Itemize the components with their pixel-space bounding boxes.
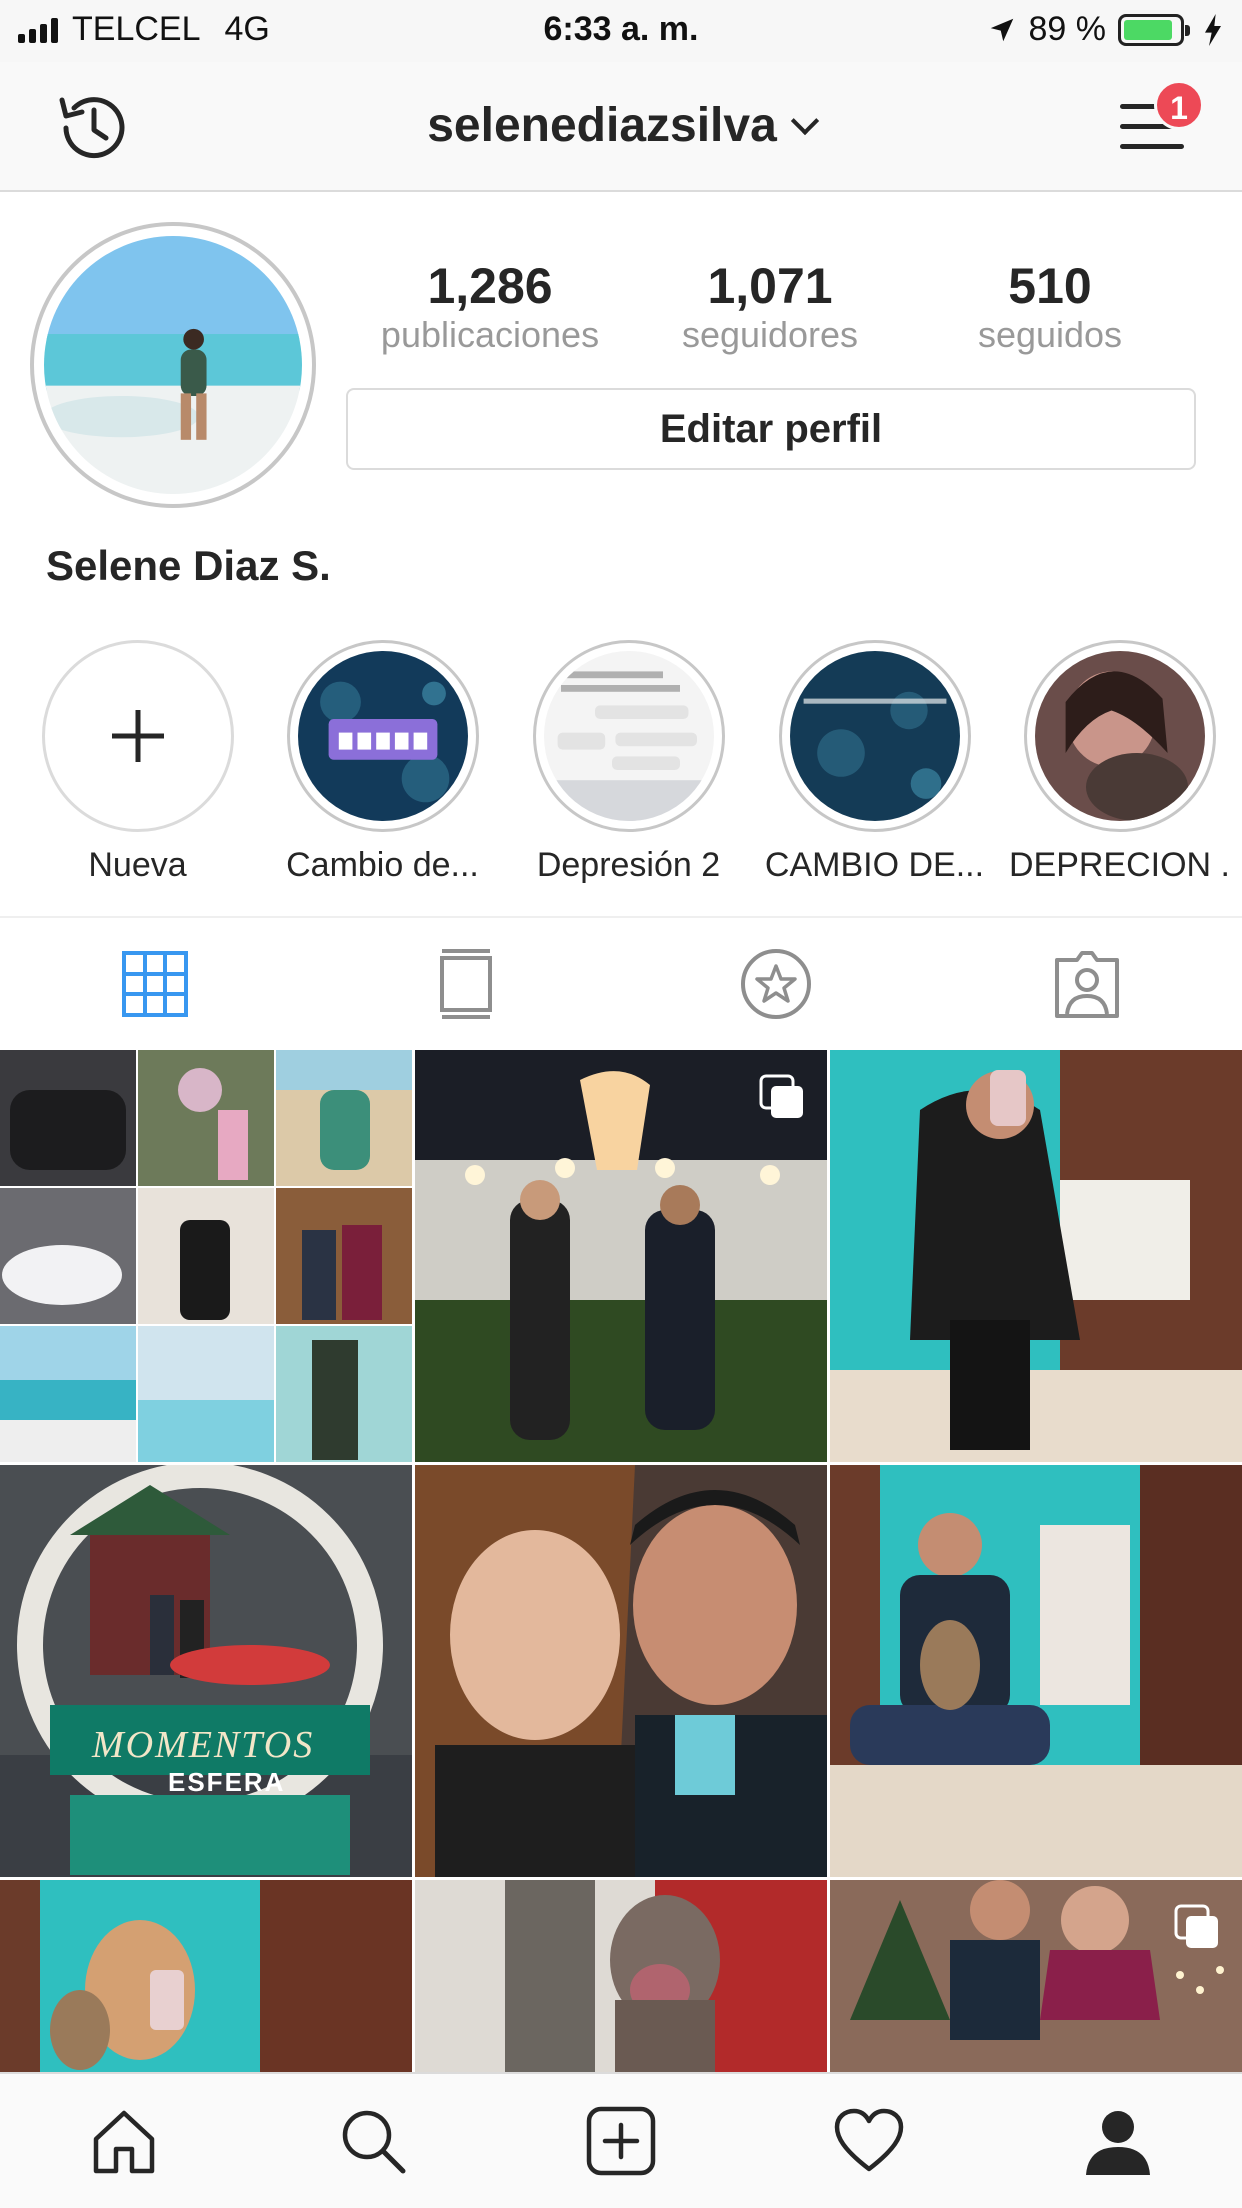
highlight-ring: [286, 640, 479, 832]
edit-profile-button[interactable]: Editar perfil: [346, 388, 1196, 470]
post-thumbnail-dog[interactable]: [415, 1880, 827, 2072]
stat-following-value: 510: [1008, 258, 1092, 314]
highlight-ring: [1023, 640, 1216, 832]
profile-avatar[interactable]: [30, 222, 316, 508]
username: selenediazsilva: [427, 99, 777, 152]
highlight-new-ring: [41, 640, 234, 832]
username-switcher[interactable]: selenediazsilva: [0, 98, 1242, 153]
post-sign-subtext: ESFERA: [168, 1767, 286, 1797]
profile-stats: 1,286 publicaciones 1,071 seguidores 510…: [350, 258, 1190, 356]
highlight-ring: [778, 640, 971, 832]
nav-search[interactable]: [248, 2074, 496, 2208]
multiple-photos-icon: [1174, 1904, 1218, 1948]
highlight-label: DEPRECION .: [1008, 846, 1231, 884]
stat-following-label: seguidos: [977, 314, 1123, 355]
highlight-cover-image: [297, 651, 468, 821]
tab-feed[interactable]: [311, 918, 622, 1050]
highlight-item[interactable]: Depresión 2: [506, 640, 751, 885]
nav-profile[interactable]: [994, 2074, 1242, 2208]
profile-full-name: Selene Diaz S.: [46, 542, 331, 589]
post-sign-text: MOMENTOS: [92, 1724, 315, 1766]
avatar-photo: [44, 236, 302, 494]
location-arrow-icon: [990, 18, 1013, 41]
nav-new-post[interactable]: [497, 2074, 745, 2208]
post-thumbnail-momentos-esfera[interactable]: MOMENTOS ESFERA: [0, 1465, 412, 1877]
highlight-new-cover: [52, 651, 223, 821]
plus-icon: [111, 710, 164, 762]
tab-saved[interactable]: [621, 918, 932, 1050]
highlight-label: Depresión 2: [536, 846, 721, 884]
profile-view-tabs: [0, 916, 1242, 1050]
highlight-cover-image: [789, 651, 960, 821]
highlight-label: Cambio de...: [286, 846, 479, 884]
nav-home[interactable]: [0, 2074, 248, 2208]
tab-grid[interactable]: [0, 918, 311, 1050]
post-thumbnail-mirror-selfie[interactable]: [830, 1050, 1242, 1462]
battery-percent: 89 %: [1028, 10, 1107, 48]
activity-heart-icon: [835, 2108, 904, 2172]
highlight-item[interactable]: DEPRECION .: [997, 640, 1242, 885]
status-bar: TELCEL 4G 6:33 a. m. 89 %: [0, 0, 1242, 62]
post-thumbnail-lantern[interactable]: [415, 1050, 827, 1462]
posts-grid: MOMENTOS ESFERA: [0, 1050, 1242, 2072]
chevron-down-icon: [790, 106, 819, 136]
highlight-item[interactable]: CAMBIO DE...: [752, 640, 997, 885]
profile-icon: [1085, 2111, 1150, 2175]
notification-badge: 1: [1154, 80, 1204, 130]
nav-activity[interactable]: [745, 2074, 993, 2208]
battery-level-fill: [1124, 19, 1173, 40]
stat-followers-label: seguidores: [681, 314, 859, 355]
bottom-navigation: [0, 2072, 1242, 2208]
tab-tagged[interactable]: [932, 918, 1242, 1050]
stat-posts-label: publicaciones: [380, 314, 600, 355]
post-thumbnail-selfie-dog[interactable]: [0, 1880, 412, 2072]
stat-posts-value: 1,286: [427, 258, 553, 314]
highlight-label: Nueva: [88, 846, 187, 884]
charging-bolt-icon: [1205, 13, 1221, 46]
post-thumbnail-couple-selfie[interactable]: [415, 1465, 827, 1877]
new-post-icon: [586, 2106, 656, 2176]
post-thumbnail-puppy-mirror[interactable]: [830, 1465, 1242, 1877]
profile-header: selenediazsilva 1: [0, 62, 1242, 192]
stat-followers-value: 1,071: [707, 258, 833, 314]
highlight-cover-image: [543, 651, 714, 821]
home-icon: [93, 2110, 155, 2174]
grid-icon: [122, 951, 189, 1017]
stat-following[interactable]: 510 seguidos: [910, 258, 1190, 356]
multiple-photos-icon: [759, 1074, 803, 1118]
highlight-new[interactable]: Nueva: [15, 640, 260, 885]
post-thumbnail-couple-christmas[interactable]: [830, 1880, 1242, 2072]
tagged-person-icon: [1054, 951, 1119, 1018]
highlight-label: CAMBIO DE...: [764, 846, 985, 884]
saved-star-icon: [741, 949, 812, 1019]
stat-followers[interactable]: 1,071 seguidores: [630, 258, 910, 356]
status-right: 89 %: [987, 10, 1225, 49]
post-thumbnail-collage[interactable]: [0, 1050, 412, 1462]
search-icon: [342, 2110, 406, 2174]
story-highlights: Nueva Cambio de... Depresión 2 CAMBIO DE…: [0, 640, 1242, 890]
highlight-cover-image: [1034, 651, 1205, 821]
highlight-item[interactable]: Cambio de...: [260, 640, 505, 885]
highlight-ring: [532, 640, 725, 832]
feed-list-icon: [439, 949, 492, 1019]
stat-posts[interactable]: 1,286 publicaciones: [350, 258, 630, 356]
battery-icon: [1118, 13, 1190, 46]
